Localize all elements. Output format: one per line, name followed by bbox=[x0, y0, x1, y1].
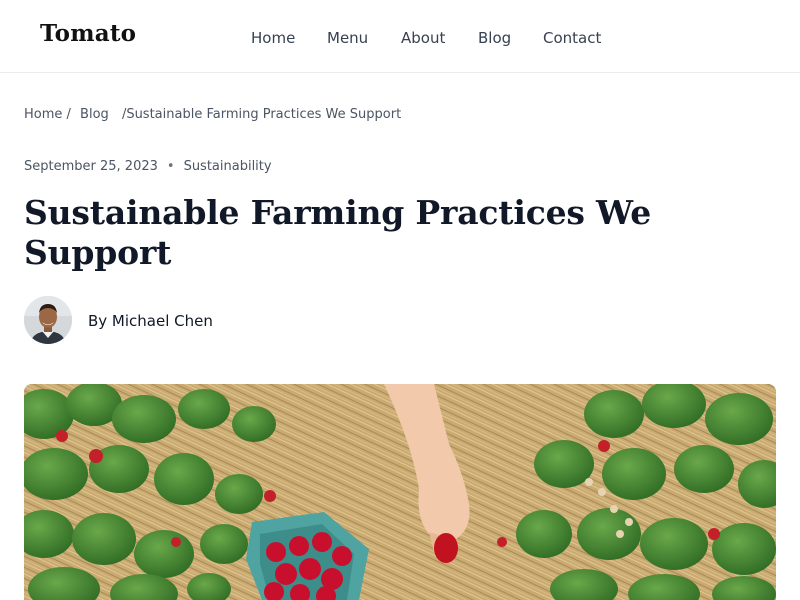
nav-contact[interactable]: Contact bbox=[543, 28, 601, 48]
strawberry-field-photo bbox=[24, 384, 776, 600]
article-date: September 25, 2023 bbox=[24, 159, 158, 174]
article-meta: September 25, 2023 • Sustainability bbox=[24, 159, 272, 175]
breadcrumb-home[interactable]: Home / bbox=[24, 107, 71, 122]
nav-about[interactable]: About bbox=[401, 28, 445, 48]
nav-menu[interactable]: Menu bbox=[327, 28, 368, 48]
nav-blog[interactable]: Blog bbox=[478, 28, 511, 48]
nav-home[interactable]: Home bbox=[251, 28, 295, 48]
article-title: Sustainable Farming Practices We Support bbox=[24, 193, 652, 272]
hero-image bbox=[24, 384, 776, 600]
breadcrumb: Home / Blog /Sustainable Farming Practic… bbox=[24, 107, 401, 123]
main-nav: Home Menu About Blog Contact bbox=[0, 28, 800, 48]
site-header: Tomato Home Menu About Blog Contact bbox=[0, 0, 800, 73]
breadcrumb-current: /Sustainable Farming Practices We Suppor… bbox=[121, 107, 402, 122]
article-category[interactable]: Sustainability bbox=[184, 159, 272, 174]
avatar-photo bbox=[24, 296, 72, 344]
breadcrumb-blog[interactable]: Blog bbox=[80, 107, 109, 122]
author-avatar bbox=[24, 296, 72, 344]
author-name[interactable]: By Michael Chen bbox=[88, 312, 213, 330]
meta-separator: • bbox=[166, 159, 175, 174]
